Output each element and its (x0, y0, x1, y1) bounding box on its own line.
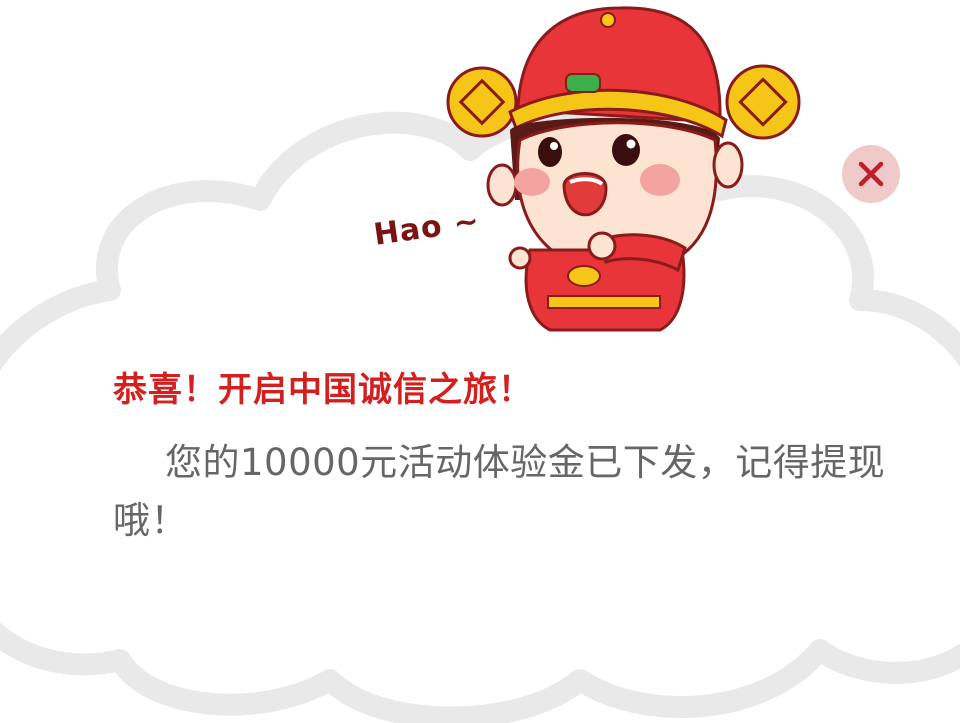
reward-message: 您的10000元活动体验金已下发，记得提现哦！ (113, 441, 886, 542)
close-button[interactable] (842, 145, 900, 203)
left-coin (446, 66, 518, 138)
promo-dialog: Hao ~ 恭喜！开启中国诚信之旅！ 您的10000元活动体验金已下发，记得提现… (0, 0, 960, 723)
headline: 恭喜！开启中国诚信之旅！ (113, 370, 533, 410)
mascot-illustration (446, 6, 801, 332)
right-coin (725, 64, 801, 140)
close-icon (858, 161, 884, 187)
